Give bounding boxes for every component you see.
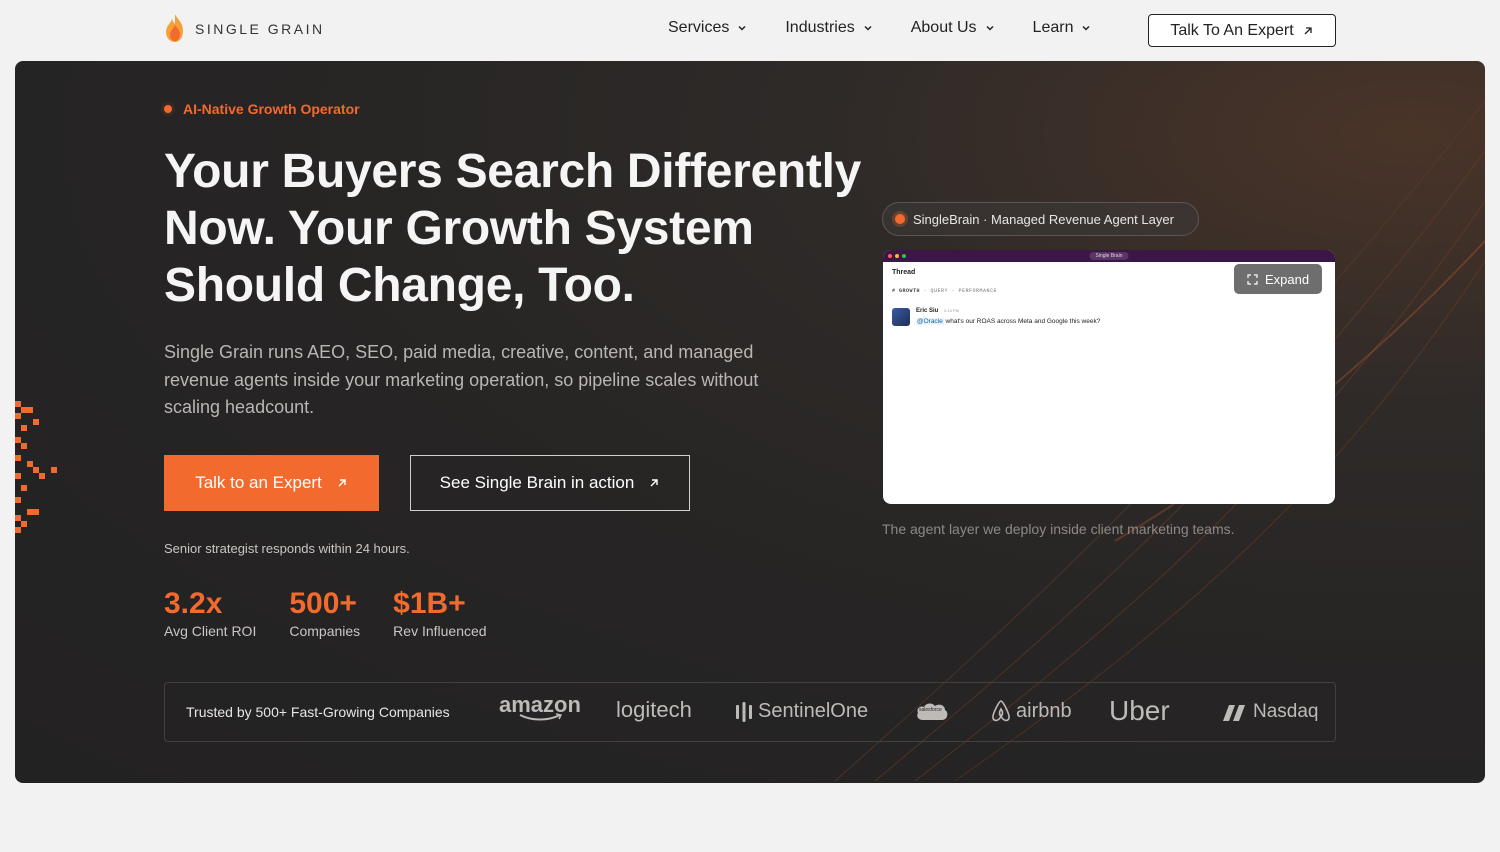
stat-item: 500+ Companies xyxy=(289,587,360,639)
nav-item-industries[interactable]: Industries xyxy=(785,19,872,37)
stat-item: $1B+ Rev Influenced xyxy=(393,587,486,639)
amazon-logo: amazon xyxy=(499,693,581,721)
status-dot-icon xyxy=(161,102,175,116)
headline-line: Now. Your Growth System xyxy=(164,202,754,255)
amazon-smile-icon xyxy=(519,713,563,721)
nav-item-label: Services xyxy=(668,19,730,36)
headline-line: Should Change, Too. xyxy=(164,259,635,312)
thread-title: Thread xyxy=(892,269,916,276)
stat-label: Avg Client ROI xyxy=(164,623,257,639)
nav-item-about-us[interactable]: About Us xyxy=(911,19,995,37)
window-title: Single Brain xyxy=(1089,252,1129,260)
stat-item: 3.2x Avg Client ROI xyxy=(164,587,256,639)
single-grain-logo[interactable]: SINGLE GRAIN xyxy=(163,13,325,45)
button-label: Talk to an Expert xyxy=(195,473,322,492)
arrow-up-right-icon xyxy=(1304,26,1312,34)
headline-line: Your Buyers Search Differently xyxy=(164,145,862,198)
top-nav: SINGLE GRAIN Services Industries About U… xyxy=(0,0,1500,60)
nav-item-services[interactable]: Services xyxy=(668,19,747,37)
nav-item-label: Learn xyxy=(1032,19,1074,36)
message-text: what's our ROAS across Meta and Google t… xyxy=(943,318,1101,325)
brand-name: Nasdaq xyxy=(1253,701,1319,722)
trusted-by-bar: Trusted by 500+ Fast-Growing Companies a… xyxy=(164,682,1336,742)
eyebrow-badge: AI-Native Growth Operator xyxy=(161,101,360,117)
brand-name: Uber xyxy=(1109,695,1170,726)
trusted-label: Trusted by 500+ Fast-Growing Companies xyxy=(186,704,450,720)
stat-value: 500+ xyxy=(289,587,357,620)
stat-label: Rev Influenced xyxy=(393,623,487,639)
message-body: Eric Siu 2:14 PM @Oracle what's our ROAS… xyxy=(916,308,1100,326)
expand-icon xyxy=(1247,273,1258,285)
sentinelone-icon xyxy=(736,701,752,722)
nav-item-label: Industries xyxy=(785,19,855,36)
salesforce-logo: salesforce xyxy=(915,700,949,724)
hero-subcopy: Single Grain runs AEO, SEO, paid media, … xyxy=(164,342,759,417)
chevron-down-icon xyxy=(864,25,872,31)
expand-button[interactable]: Expand xyxy=(1234,264,1322,294)
channel-row: # GROWTH · QUERY · PERFORMANCE xyxy=(892,288,997,294)
nav-links: Services Industries About Us Learn xyxy=(668,19,1129,37)
see-single-brain-button[interactable]: See Single Brain in action xyxy=(410,455,690,511)
brand-name: SentinelOne xyxy=(758,700,869,722)
nav-item-learn[interactable]: Learn xyxy=(1033,19,1092,37)
logo-text: SINGLE GRAIN xyxy=(195,21,325,37)
eyebrow-text: AI-Native Growth Operator xyxy=(183,101,360,117)
arrow-up-right-icon xyxy=(650,479,659,487)
hero-headline: Your Buyers Search Differently Now. Your… xyxy=(164,143,864,314)
hero-section: AI-Native Growth Operator Your Buyers Se… xyxy=(15,61,1485,783)
avatar xyxy=(892,308,910,326)
uber-logo: Uber xyxy=(1109,695,1170,727)
button-label: See Single Brain in action xyxy=(439,473,635,492)
preview-caption: The agent layer we deploy inside client … xyxy=(882,521,1235,537)
thread-message: Eric Siu 2:14 PM @Oracle what's our ROAS… xyxy=(892,308,1100,326)
nav-item-label: About Us xyxy=(910,19,977,36)
stats-row: 3.2x Avg Client ROI 500+ Companies $1B+ … xyxy=(164,587,487,639)
stat-label: Companies xyxy=(289,623,361,639)
agent-preview-window[interactable]: Single Brain Thread # GROWTH · QUERY · P… xyxy=(883,250,1335,504)
flame-logo-icon xyxy=(166,14,183,42)
window-titlebar: Single Brain xyxy=(883,250,1335,262)
expand-label: Expand xyxy=(1264,271,1310,287)
stat-value: $1B+ xyxy=(393,587,466,620)
stat-value: 3.2x xyxy=(164,587,223,620)
talk-to-expert-nav-button[interactable]: Talk To An Expert xyxy=(1148,14,1336,47)
agent-pill-label: SingleBrain · Managed Revenue Agent Laye… xyxy=(913,211,1174,227)
brand-name: logitech xyxy=(616,697,692,722)
message-time: 2:14 PM xyxy=(944,308,959,313)
brand-name: salesforce xyxy=(919,707,942,713)
nav-cta-label: Talk To An Expert xyxy=(1170,21,1294,39)
nasdaq-icon xyxy=(1223,705,1245,721)
talk-to-expert-button[interactable]: Talk to an Expert xyxy=(164,455,379,511)
response-time-note: Senior strategist responds within 24 hou… xyxy=(164,541,410,556)
chevron-down-icon xyxy=(1082,25,1090,31)
agent-layer-badge: SingleBrain · Managed Revenue Agent Laye… xyxy=(882,202,1199,236)
arrow-up-right-icon xyxy=(338,479,346,487)
airbnb-logo: airbnb xyxy=(990,699,1072,723)
channel-tags: · QUERY · PERFORMANCE xyxy=(923,288,998,294)
chevron-down-icon xyxy=(986,25,994,31)
message-author-row: Eric Siu 2:14 PM xyxy=(916,308,1100,314)
airbnb-icon xyxy=(992,700,1010,722)
live-dot-icon xyxy=(895,214,905,224)
nasdaq-logo: Nasdaq xyxy=(1221,701,1319,723)
brand-name: airbnb xyxy=(1016,699,1072,722)
message-text-row: @Oracle what's our ROAS across Meta and … xyxy=(916,318,1100,325)
chevron-down-icon xyxy=(738,25,746,31)
sentinelone-logo: SentinelOne xyxy=(734,700,868,723)
logitech-logo: logitech xyxy=(616,697,692,723)
channel-name: # GROWTH xyxy=(892,288,921,294)
mention: @Oracle xyxy=(916,318,944,325)
message-author: Eric Siu xyxy=(916,308,939,314)
window-controls xyxy=(888,254,906,258)
